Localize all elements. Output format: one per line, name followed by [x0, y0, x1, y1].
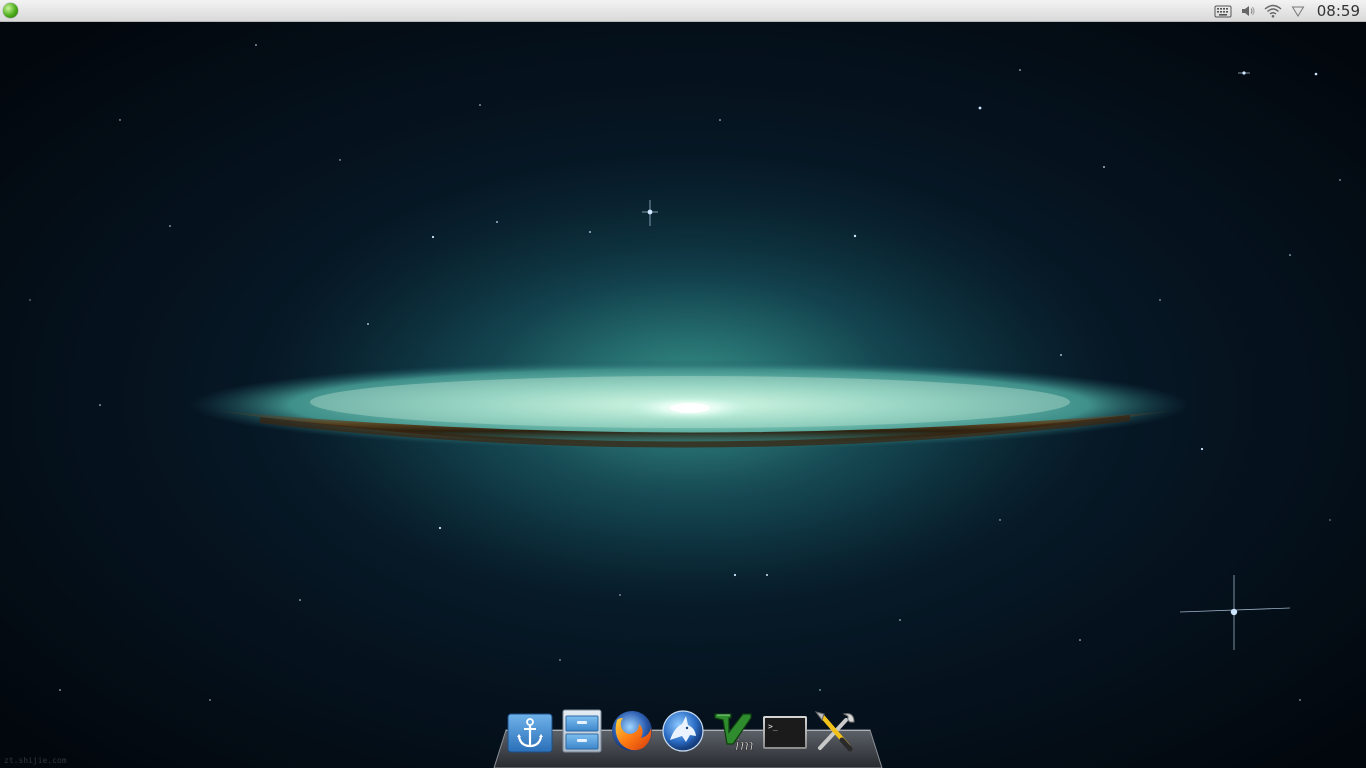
- svg-text:im: im: [735, 736, 754, 754]
- keyboard-icon[interactable]: [1212, 0, 1234, 22]
- dock-anchor-icon[interactable]: [507, 708, 553, 754]
- system-tray: 08:59: [1209, 0, 1366, 22]
- desktop: 08:59 im >_ zt.shijie.com: [0, 0, 1366, 768]
- file-manager-icon[interactable]: [559, 708, 605, 754]
- wifi-icon[interactable]: [1262, 0, 1284, 22]
- vim-icon[interactable]: im: [711, 708, 757, 754]
- clock[interactable]: 08:59: [1317, 2, 1360, 20]
- wallpaper-watermark: zt.shijie.com: [4, 756, 67, 765]
- firefox-icon[interactable]: [609, 708, 655, 754]
- svg-text:>_: >_: [768, 722, 778, 731]
- battery-icon[interactable]: [1287, 0, 1309, 22]
- volume-icon[interactable]: [1237, 0, 1259, 22]
- green-orb-menu-icon[interactable]: [3, 3, 18, 18]
- dock: im >_: [0, 700, 1366, 768]
- settings-tools-icon[interactable]: [812, 708, 858, 754]
- starfield: [29, 44, 1341, 701]
- terminal-icon[interactable]: >_: [762, 708, 808, 754]
- wolf-browser-icon[interactable]: [660, 708, 706, 754]
- top-panel: 08:59: [0, 0, 1366, 22]
